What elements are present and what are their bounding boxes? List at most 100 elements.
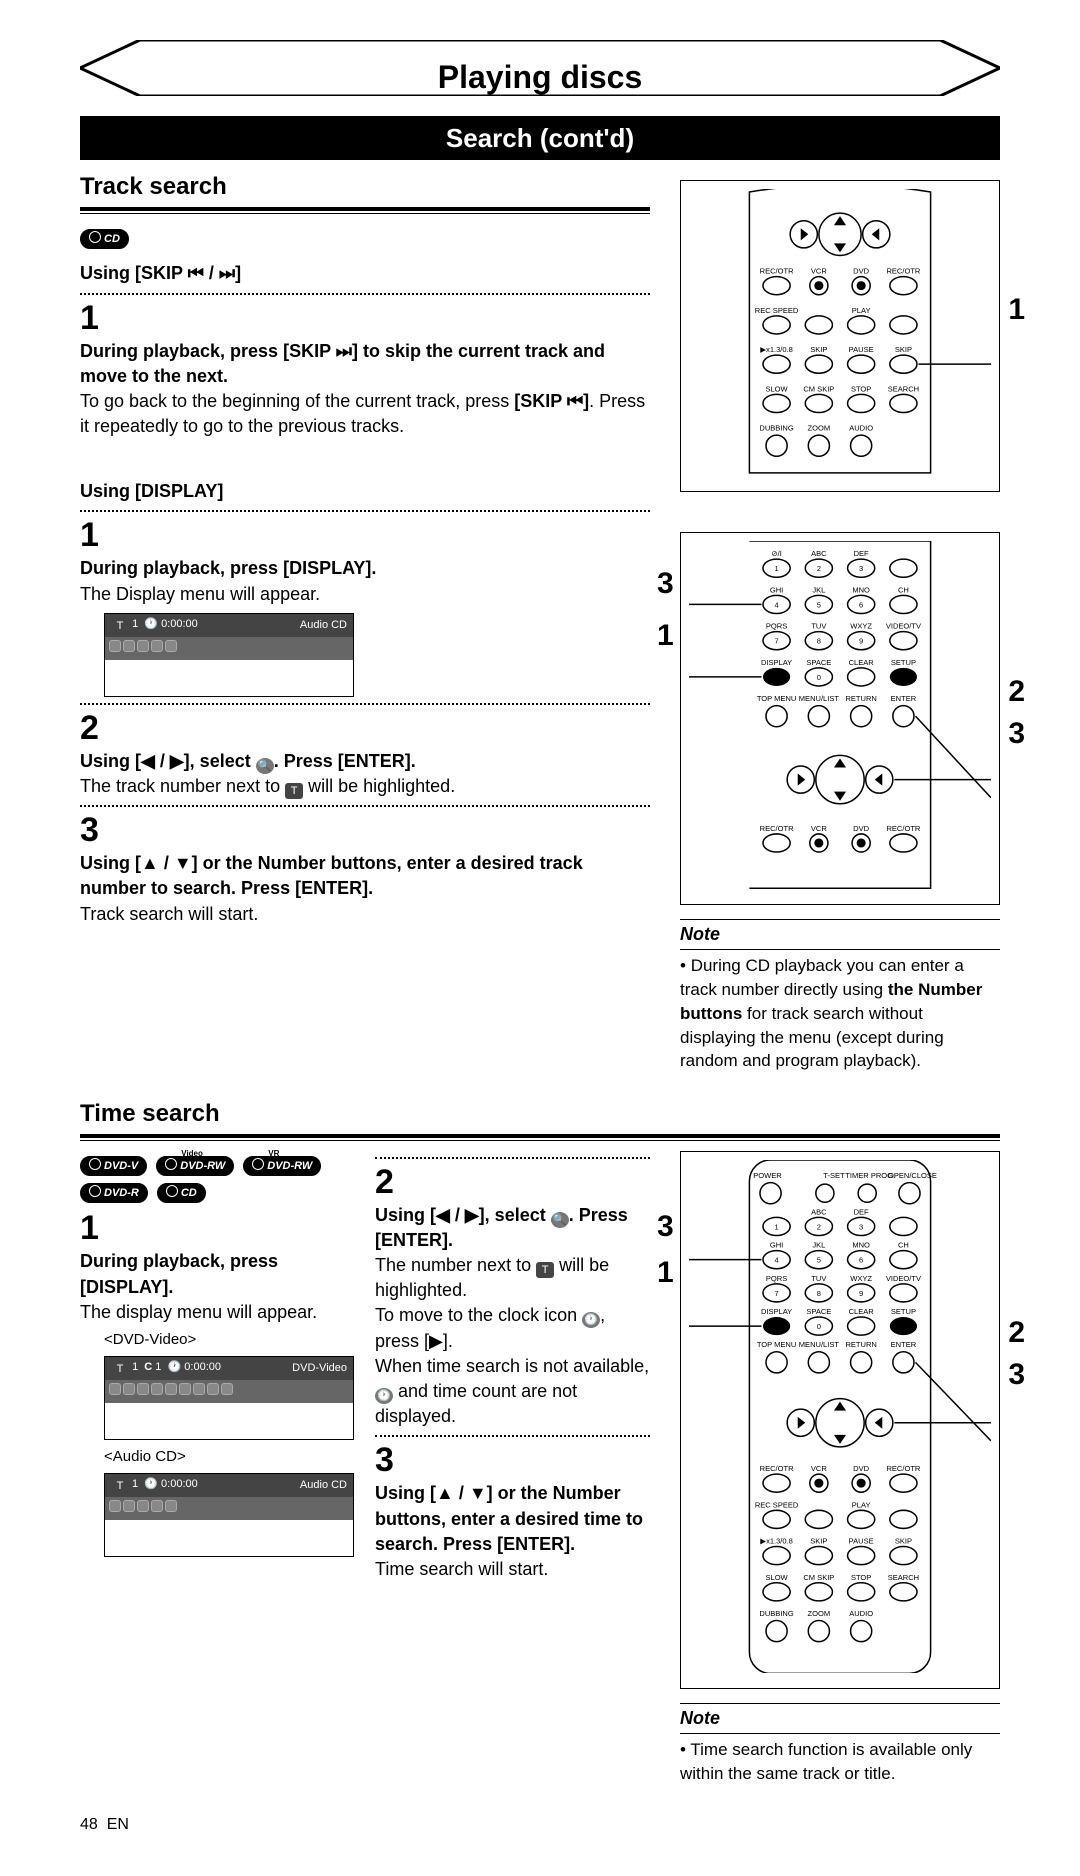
using-display-title: Using [DISPLAY] [80,479,650,504]
divider [375,1157,650,1159]
time-search-heading: Time search [80,1097,1000,1131]
callout: 1 [657,615,674,657]
svg-text:PAUSE: PAUSE [849,1536,874,1545]
svg-text:SKIP: SKIP [895,1536,912,1545]
svg-text:OPEN/CLOSE: OPEN/CLOSE [888,1171,937,1180]
svg-text:2: 2 [817,565,821,574]
svg-text:DISPLAY: DISPLAY [761,658,792,667]
svg-text:WXYZ: WXYZ [850,1274,872,1283]
svg-text:TUV: TUV [811,622,826,631]
svg-text:3: 3 [859,565,863,574]
page-lang: EN [107,1816,129,1833]
svg-text:SEARCH: SEARCH [888,385,919,394]
svg-text:AUDIO: AUDIO [849,424,873,433]
svg-text:REC SPEED: REC SPEED [755,306,799,315]
note-body-2: • Time search function is available only… [680,1734,1000,1790]
svg-text:SETUP: SETUP [891,1307,916,1316]
svg-text:ZOOM: ZOOM [808,424,831,433]
svg-text:RETURN: RETURN [845,695,876,704]
svg-text:SKIP: SKIP [810,345,827,354]
svg-text:PAUSE: PAUSE [849,345,874,354]
svg-text:SETUP: SETUP [891,658,916,667]
badge-dvdrw-vr: VRDVD-RW [243,1156,321,1176]
svg-text:MENU/LIST: MENU/LIST [799,695,840,704]
remote-diagram-2: ⊘/IABCDEF 1 2 3 GHIJKLMNOCH 4 5 6 PQRSTU… [680,532,1000,904]
svg-text:STOP: STOP [851,385,871,394]
txt: and time count are not displayed. [375,1381,577,1426]
osd1-label: <DVD-Video> [104,1329,355,1350]
txt: When time search is not available, [375,1356,649,1376]
svg-text:REC SPEED: REC SPEED [755,1500,799,1509]
svg-text:ENTER: ENTER [891,695,917,704]
skip-step1: During playback, press [SKIP ⏭] to skip … [80,339,650,440]
svg-text:ABC: ABC [811,550,827,559]
divider [80,293,650,295]
txt: Time search will start. [375,1559,548,1579]
clock-icon: 🕐 [375,1388,393,1404]
svg-text:VCR: VCR [811,1464,827,1473]
txt: The display menu will appear. [80,1302,317,1322]
ts-step-3: 3 [375,1443,650,1477]
svg-text:GHI: GHI [770,1240,783,1249]
txt: 0:00:00 [161,618,198,630]
osd-type: Audio CD [300,618,347,633]
svg-text:WXYZ: WXYZ [850,622,872,631]
display-step3: Using [▲ / ▼] or the Number buttons, ent… [80,851,650,927]
svg-text:PQRS: PQRS [766,622,787,631]
rule [80,1134,1000,1141]
svg-text:CM SKIP: CM SKIP [803,385,834,394]
svg-text:POWER: POWER [753,1171,782,1180]
svg-text:DVD: DVD [853,824,869,833]
svg-text:9: 9 [859,637,863,646]
display-step1: During playback, press [DISPLAY]. The Di… [80,556,650,606]
svg-text:7: 7 [774,1289,778,1298]
svg-text:JKL: JKL [812,1240,825,1249]
txt: 1 [132,618,138,630]
ts-step1-body: During playback, press [DISPLAY]. The di… [80,1249,355,1325]
divider [80,703,650,705]
svg-text:REC/OTR: REC/OTR [886,1464,920,1473]
svg-text:ENTER: ENTER [891,1340,917,1349]
svg-text:6: 6 [859,601,863,610]
txt: Using [SKIP [80,263,188,283]
callout: 2 [1008,671,1025,713]
svg-text:⊘/I: ⊘/I [771,550,782,559]
callout: 1 [657,1252,674,1294]
svg-text:8: 8 [817,1289,821,1298]
using-skip-title: Using [SKIP ⏮ / ⏭] [80,261,650,286]
txt: To go back to the beginning of the curre… [80,391,514,411]
svg-text:DUBBING: DUBBING [759,424,793,433]
svg-text:CLEAR: CLEAR [849,658,875,667]
svg-text:1: 1 [774,1222,778,1231]
svg-text:DISPLAY: DISPLAY [761,1307,792,1316]
svg-text:0: 0 [817,1322,821,1331]
step-2: 2 [80,711,650,745]
badge-cd: CD [80,229,129,249]
svg-text:REC/OTR: REC/OTR [760,824,794,833]
svg-text:RETURN: RETURN [845,1340,876,1349]
callout: 3 [657,563,674,605]
t-icon: T [111,1478,129,1494]
note-body: • During CD playback you can enter a tra… [680,950,1000,1077]
clock-icon: 🕐 [582,1312,600,1328]
svg-text:ABC: ABC [811,1207,827,1216]
txt: During playback, press [DISPLAY]. [80,558,376,578]
osd-audiocd2: T 1 🕐 0:00:00Audio CD [104,1473,354,1557]
svg-text:REC/OTR: REC/OTR [886,824,920,833]
svg-text:VIDEO/TV: VIDEO/TV [886,1274,921,1283]
svg-text:GHI: GHI [770,586,783,595]
t-icon: T [536,1262,554,1278]
divider [80,805,650,807]
svg-text:CH: CH [898,586,909,595]
svg-text:3: 3 [859,1222,863,1231]
t-icon: T [111,1361,129,1377]
txt: To move to the clock icon [375,1305,582,1325]
txt: DVD-Video [292,1361,347,1376]
txt: Track search will start. [80,904,258,924]
svg-text:0: 0 [817,673,821,682]
svg-text:VCR: VCR [811,267,827,276]
txt: The track number next to [80,776,285,796]
remote-diagram-3: POWERT-SETTIMER PROG.OPEN/CLOSE ABCDEF 1… [680,1151,1000,1690]
svg-text:SKIP: SKIP [810,1536,827,1545]
txt: ] [235,263,241,283]
